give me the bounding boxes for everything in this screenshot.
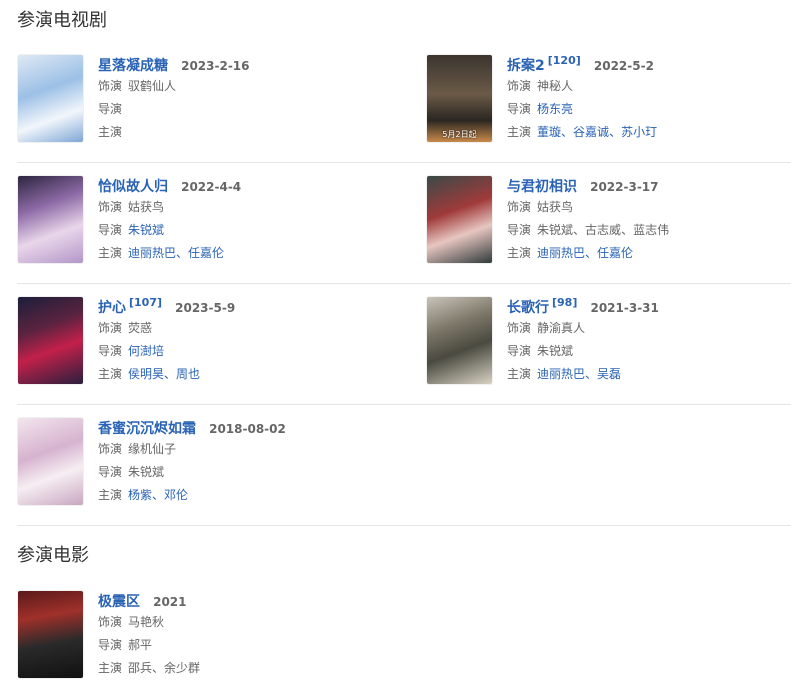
role-value: 神秘人 [537,79,574,93]
cast-label: 主演 [507,125,532,139]
reference-link[interactable]: [120] [548,54,581,67]
tv-card-3: 恰似故人归 2022-4-4 饰演 姑获鸟 导演 朱锐斌 主演 迪丽热巴、任嘉伦 [18,176,378,276]
movie-title[interactable]: 极震区 [98,594,140,610]
role-value: 驭鹤仙人 [128,79,177,93]
cast-name: 余少群 [164,661,201,675]
tv-card-7: 香蜜沉沉烬如霜 2018-08-02 饰演 缘机仙子 导演 朱锐斌 主演 杨紫、邓伦 [18,418,378,518]
cast-label: 主演 [98,246,123,260]
director-name: 朱锐斌 [537,344,574,358]
cast-link[interactable]: 迪丽热巴 [128,246,176,260]
drama-title[interactable]: 香蜜沉沉烬如霜 [98,421,196,437]
divider [17,283,791,284]
role-value: 静渝真人 [537,321,586,335]
cast-label: 主演 [507,246,532,260]
cast-label: 主演 [98,125,123,139]
poster-image[interactable] [427,297,492,384]
poster-image[interactable] [18,591,83,678]
tv-card-5: 护心 [107] 2023-5-9 饰演 荧惑 导演 何澍培 主演 侯明昊、周也 [18,297,378,397]
release-date: 2023-2-16 [181,59,250,73]
tv-card-4: 与君初相识 2022-3-17 饰演 姑获鸟 导演 朱锐斌、古志威、蓝志伟 主演 迪丽… [427,176,787,276]
tv-card-6: 长歌行 [98] 2021-3-31 饰演 静渝真人 导演 朱锐斌 主演 迪丽热巴、吴磊 [427,297,787,397]
drama-title[interactable]: 拆案2 [507,58,545,74]
cast-link[interactable]: 邓伦 [164,488,188,502]
director-link[interactable]: 朱锐斌 [128,223,164,237]
poster-image[interactable] [18,176,83,263]
cast-link[interactable]: 迪丽热巴 [537,367,585,381]
tv-card-2: 5月2日起 拆案2 [120] 2022-5-2 饰演 神秘人 导演 杨东亮 主演 董璇… [427,55,787,155]
director-link[interactable]: 杨东亮 [537,102,573,116]
director-label: 导演 [98,465,123,479]
reference-link[interactable]: [107] [129,296,162,309]
role-label: 饰演 [98,442,123,456]
cast-link[interactable]: 董璇 [537,125,561,139]
role-value: 荧惑 [128,321,153,335]
director-label: 导演 [98,223,123,237]
drama-title[interactable]: 长歌行 [507,300,549,316]
role-label: 饰演 [98,615,123,629]
release-date: 2022-5-2 [593,59,654,73]
director-label: 导演 [98,344,123,358]
divider [17,525,791,526]
director-label: 导演 [507,223,532,237]
role-value: 姑获鸟 [537,200,574,214]
poster-image[interactable] [427,176,492,263]
drama-title[interactable]: 恰似故人归 [98,179,168,195]
release-date: 2022-4-4 [181,180,242,194]
director-label: 导演 [98,638,123,652]
poster-image[interactable] [18,297,83,384]
director-name: 郝平 [128,638,153,652]
cast-name: 邵兵 [128,661,153,675]
movie-section-title: 参演电影 [17,545,89,566]
role-label: 饰演 [507,200,532,214]
cast-link[interactable]: 侯明昊 [128,367,164,381]
cast-link[interactable]: 谷嘉诚 [573,125,609,139]
cast-label: 主演 [98,367,123,381]
director-label: 导演 [98,102,123,116]
role-label: 饰演 [98,200,123,214]
drama-title[interactable]: 护心 [98,300,126,316]
tv-section-title: 参演电视剧 [17,10,107,31]
release-date: 2018-08-02 [209,422,286,436]
cast-label: 主演 [507,367,532,381]
release-year: 2021 [153,595,187,609]
role-value: 缘机仙子 [128,442,177,456]
director-label: 导演 [507,344,532,358]
cast-link[interactable]: 任嘉伦 [188,246,224,260]
reference-link[interactable]: [98] [552,296,577,309]
drama-title[interactable]: 与君初相识 [507,179,577,195]
cast-link[interactable]: 吴磊 [597,367,621,381]
cast-label: 主演 [98,488,123,502]
divider [17,162,791,163]
tv-card-1: 星落凝成糖 2023-2-16 饰演 驭鹤仙人 导演 主演 [18,55,378,155]
cast-link[interactable]: 任嘉伦 [597,246,633,260]
director-label: 导演 [507,102,532,116]
cast-link[interactable]: 杨紫 [128,488,152,502]
poster-image[interactable] [18,55,83,142]
cast-link[interactable]: 迪丽热巴 [537,246,585,260]
release-date: 2022-3-17 [590,180,659,194]
poster-image[interactable]: 5月2日起 [427,55,492,142]
movie-card-1: 极震区 2021 饰演 马艳秋 导演 郝平 主演 邵兵、余少群 [18,591,378,691]
role-label: 饰演 [507,79,532,93]
director-name: 蓝志伟 [633,223,670,237]
director-link[interactable]: 何澍培 [128,344,164,358]
poster-image[interactable] [18,418,83,505]
release-date: 2021-3-31 [590,301,659,315]
director-name: 朱锐斌 [128,465,165,479]
cast-label: 主演 [98,661,123,675]
drama-title[interactable]: 星落凝成糖 [98,58,168,74]
divider [17,404,791,405]
role-label: 饰演 [98,79,123,93]
role-label: 饰演 [98,321,123,335]
role-label: 饰演 [507,321,532,335]
cast-link[interactable]: 苏小玎 [621,125,657,139]
poster-caption: 5月2日起 [442,130,477,139]
role-value: 马艳秋 [128,615,165,629]
cast-link[interactable]: 周也 [176,367,200,381]
role-value: 姑获鸟 [128,200,165,214]
release-date: 2023-5-9 [175,301,236,315]
director-name: 古志威 [585,223,622,237]
director-name: 朱锐斌 [537,223,574,237]
